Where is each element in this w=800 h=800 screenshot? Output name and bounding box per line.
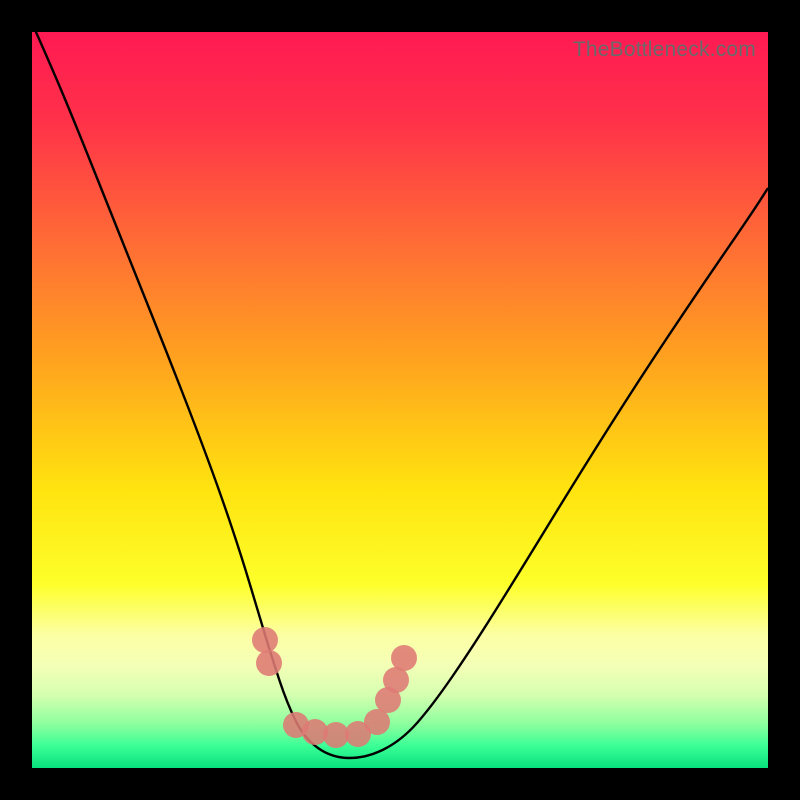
bottleneck-curve: [32, 32, 768, 768]
watermark-text: TheBottleneck.com: [573, 38, 756, 62]
data-point-marker: [391, 645, 417, 671]
data-point-marker: [364, 709, 390, 735]
data-point-marker: [256, 650, 282, 676]
plot-area: TheBottleneck.com: [32, 32, 768, 768]
chart-frame: TheBottleneck.com: [0, 0, 800, 800]
data-point-marker: [252, 627, 278, 653]
